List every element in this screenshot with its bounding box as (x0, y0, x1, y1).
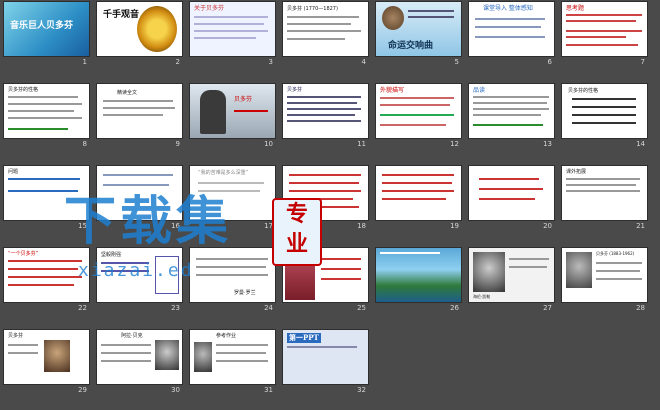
slide-number: 1 (82, 58, 87, 66)
slide-thumbnail-30[interactable]: 阿拉·贝克 30 (97, 330, 182, 396)
slide-thumbnail-11[interactable]: 贝多芬 11 (283, 84, 368, 150)
slide-thumbnail-12[interactable]: 外貌描写 12 (376, 84, 461, 150)
slide-thumbnail-8[interactable]: 贝多芬的性格 8 (4, 84, 89, 150)
slide-thumbnail-29[interactable]: 贝多芬 29 (4, 330, 89, 396)
portrait-image (194, 342, 212, 372)
portrait-image (382, 6, 404, 30)
slide-title: 音乐巨人贝多芬 (10, 21, 74, 31)
slide-thumbnail-1[interactable]: 音乐巨人贝多芬 1 (4, 2, 89, 68)
portrait-image (155, 340, 179, 370)
slide-thumbnail-31[interactable]: 参考作业 31 (190, 330, 275, 396)
statue-image (200, 90, 226, 134)
slide-thumbnail-3[interactable]: 关于贝多芬 3 (190, 2, 275, 68)
slide-thumbnail-32[interactable]: 第一PPT 32 (283, 330, 368, 396)
flower-image (137, 6, 177, 52)
portrait-image (44, 340, 70, 372)
slide-thumbnail-4[interactable]: 贝多芬 (1770—1827) 4 (283, 2, 368, 68)
watermark-title: 下载集 (64, 192, 233, 252)
slide-thumbnail-13[interactable]: 品读 13 (469, 84, 554, 150)
slide-thumbnail-14[interactable]: 贝多芬的性格 14 (562, 84, 647, 150)
slide-thumbnail-10[interactable]: 贝多芬 10 (190, 84, 275, 150)
slide-thumbnail-26[interactable]: 26 (376, 248, 461, 314)
slide-thumbnail-21[interactable]: 课外拓展 21 (562, 166, 647, 232)
slide-thumbnail-27[interactable]: 海伦·凯勒 27 (469, 248, 554, 314)
site-watermark: 下载集 专 业 xiazai.ed (64, 192, 364, 288)
slide-thumbnail-28[interactable]: 贝多芬 (1883-1962) 28 (562, 248, 647, 314)
slide-thumbnail-5[interactable]: 命运交响曲 5 (376, 2, 461, 68)
slide-thumbnail-2[interactable]: 千手观音 2 (97, 2, 182, 68)
portrait-image (473, 252, 505, 292)
slide-thumbnail-20[interactable]: 20 (469, 166, 554, 232)
slide-thumbnail-9[interactable]: 精读全文 9 (97, 84, 182, 150)
slide-thumbnail-19[interactable]: 19 (376, 166, 461, 232)
slide-thumbnail-6[interactable]: 课堂导入 整体感知 6 (469, 2, 554, 68)
portrait-image (566, 252, 592, 288)
watermark-badge: 专 业 (272, 198, 322, 266)
watermark-url: xiazai.ed (78, 260, 194, 281)
slide-thumbnail-7[interactable]: 思考题 7 (562, 2, 647, 68)
